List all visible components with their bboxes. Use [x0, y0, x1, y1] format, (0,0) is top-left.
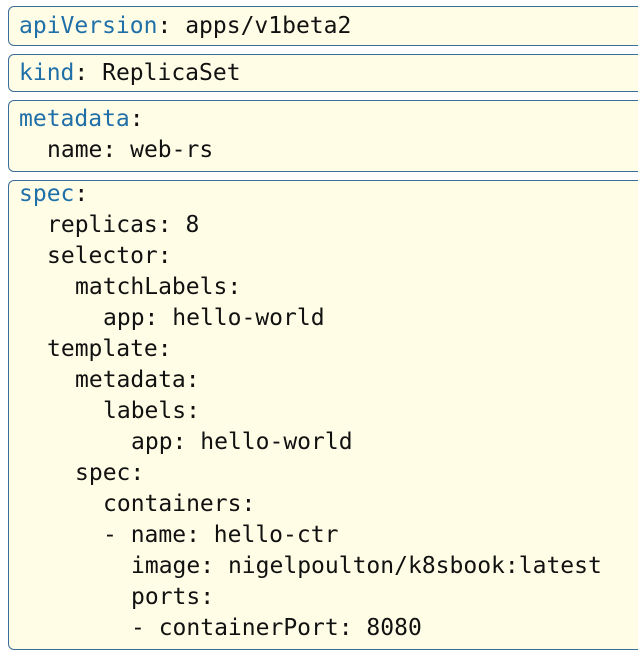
- colon: :: [157, 212, 186, 238]
- yaml-value: nigelpoulton/k8sbook:latest: [227, 553, 602, 579]
- yaml-line-app-labels: app: hello-world: [131, 427, 353, 457]
- yaml-line-ports: ports:: [131, 582, 214, 612]
- yaml-line-template-metadata: metadata:: [75, 365, 200, 395]
- yaml-line-selector: selector:: [47, 241, 172, 271]
- colon: :: [227, 274, 242, 300]
- yaml-line-metadata: metadata:: [19, 104, 144, 134]
- yaml-key: app: [103, 305, 145, 331]
- yaml-line-matchlabels: matchLabels:: [75, 272, 241, 302]
- yaml-key: matchLabels: [75, 274, 228, 300]
- yaml-key: image: [131, 553, 201, 579]
- yaml-key-apiversion: apiVersion: [19, 13, 158, 39]
- colon: :: [157, 13, 186, 39]
- yaml-key-metadata: metadata: [19, 106, 130, 132]
- colon: :: [74, 60, 103, 86]
- yaml-key: metadata: [75, 367, 186, 393]
- yaml-block-metadata: metadata: name: web-rs: [8, 100, 638, 172]
- yaml-key-kind: kind: [19, 60, 75, 86]
- yaml-key: selector: [47, 243, 158, 269]
- yaml-key-spec: spec: [19, 181, 75, 207]
- yaml-key: labels: [103, 398, 187, 424]
- colon: :: [185, 367, 200, 393]
- yaml-block-kind: kind: ReplicaSet: [8, 54, 638, 92]
- yaml-key: - name: [103, 522, 187, 548]
- colon: :: [200, 584, 215, 610]
- yaml-key: - containerPort: [131, 615, 339, 641]
- colon: :: [186, 522, 214, 548]
- yaml-key: containers: [103, 491, 242, 517]
- yaml-line-container-name: - name: hello-ctr: [103, 520, 338, 550]
- colon: :: [129, 106, 144, 132]
- colon: :: [186, 398, 200, 424]
- yaml-line-inner-spec: spec:: [75, 458, 144, 488]
- yaml-line-replicas: replicas: 8: [47, 210, 199, 240]
- yaml-line-containerport: - containerPort: 8080: [131, 613, 422, 643]
- yaml-value: 8: [185, 212, 200, 238]
- yaml-key-name: name: [47, 137, 103, 163]
- yaml-key: spec: [75, 460, 131, 486]
- yaml-value: hello-ctr: [213, 522, 339, 548]
- yaml-value-name: web-rs: [130, 137, 214, 163]
- colon: :: [130, 460, 145, 486]
- colon: :: [102, 137, 131, 163]
- colon: :: [74, 181, 89, 207]
- colon: :: [200, 553, 228, 579]
- yaml-line-kind: kind: ReplicaSet: [19, 58, 241, 88]
- yaml-line-template: template:: [47, 334, 172, 364]
- yaml-value: hello-world: [200, 429, 353, 455]
- yaml-line-apiversion: apiVersion: apps/v1beta2: [19, 11, 351, 41]
- yaml-value: hello-world: [172, 305, 325, 331]
- yaml-key: template: [47, 336, 158, 362]
- colon: :: [241, 491, 256, 517]
- yaml-key: app: [131, 429, 173, 455]
- yaml-line-spec: spec:: [19, 179, 88, 209]
- colon: :: [157, 336, 172, 362]
- yaml-line-image: image: nigelpoulton/k8sbook:latest: [131, 551, 602, 581]
- yaml-line-metadata-name: name: web-rs: [47, 135, 213, 165]
- colon: :: [172, 429, 201, 455]
- yaml-key: ports: [131, 584, 201, 610]
- yaml-value: 8080: [366, 615, 422, 641]
- colon: :: [338, 615, 367, 641]
- yaml-key: replicas: [47, 212, 158, 238]
- yaml-block-spec: spec: replicas: 8 selector: matchLabels:…: [8, 180, 638, 650]
- yaml-line-labels: labels:: [103, 396, 200, 426]
- yaml-block-apiversion: apiVersion: apps/v1beta2: [8, 6, 638, 46]
- colon: :: [157, 243, 172, 269]
- yaml-value-apiversion: apps/v1beta2: [185, 13, 352, 39]
- yaml-value-kind: ReplicaSet: [102, 60, 241, 86]
- yaml-line-app-selector: app: hello-world: [103, 303, 325, 333]
- yaml-line-containers: containers:: [103, 489, 255, 519]
- colon: :: [144, 305, 173, 331]
